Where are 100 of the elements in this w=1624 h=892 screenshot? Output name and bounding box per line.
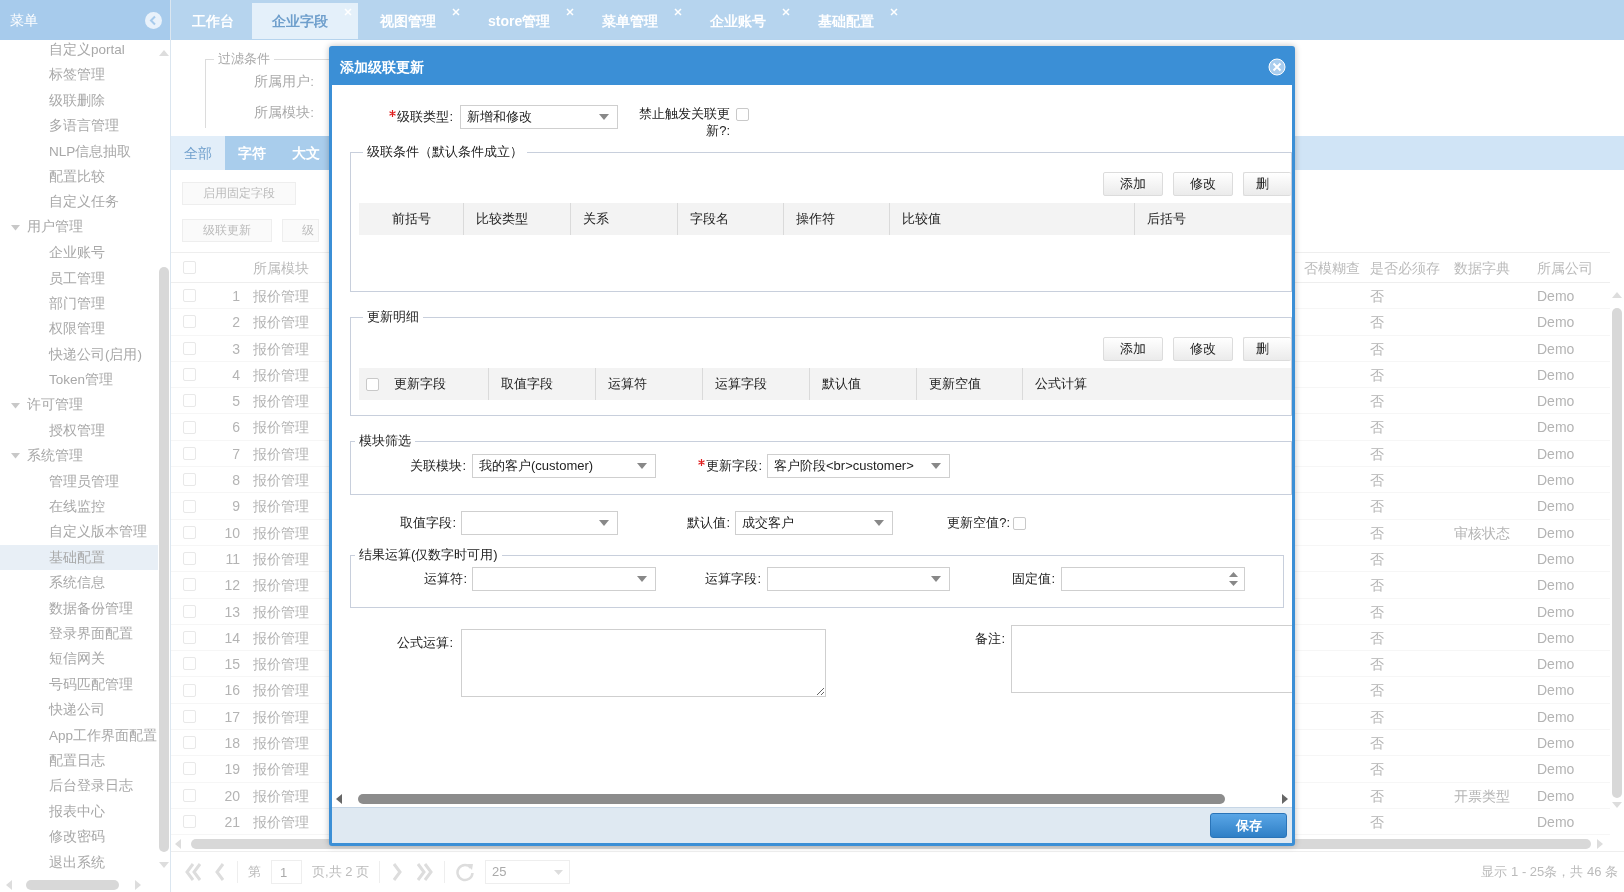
table-cell: 否 <box>1363 467 1447 494</box>
spinner-icon[interactable] <box>1229 572 1238 586</box>
menu-item[interactable]: 多语言管理 <box>0 113 158 139</box>
row-number: 7 <box>201 440 246 468</box>
field-label: 所属用户: <box>253 73 314 91</box>
table-cell: 否 <box>1363 388 1447 415</box>
menu-item[interactable]: 数据备份管理 <box>0 595 158 621</box>
tab[interactable]: 基础配置 <box>798 3 905 39</box>
menu-item[interactable]: 自定义任务 <box>0 189 158 215</box>
dropdown[interactable]: 客户阶段<br>customer> <box>767 454 950 478</box>
menu-item[interactable]: 授权管理 <box>0 417 158 444</box>
column-header: 前括号 <box>359 203 464 235</box>
close-icon[interactable] <box>1268 58 1286 76</box>
table-cell: Demo <box>1530 519 1610 546</box>
tab[interactable]: 全部 <box>171 136 225 170</box>
menu-item[interactable]: 系统信息 <box>0 570 158 596</box>
close-icon[interactable] <box>566 8 575 16</box>
menu-item[interactable]: 后台登录日志 <box>0 773 158 799</box>
row-number: 18 <box>201 730 246 757</box>
column-header: 所属公司 <box>1530 252 1610 283</box>
menu-item[interactable]: 标签管理 <box>0 62 158 88</box>
table-cell: 否 <box>1363 414 1447 441</box>
button[interactable]: 添加 <box>1103 172 1163 196</box>
menu-item[interactable]: Token管理 <box>0 367 158 393</box>
table-cell: Demo <box>1530 808 1610 836</box>
tab[interactable]: 企业字段 <box>252 3 358 39</box>
caret-icon <box>931 576 941 582</box>
menu-item[interactable]: 企业账号 <box>0 240 158 266</box>
menu-item[interactable]: 配置比较 <box>0 163 158 190</box>
table-cell: 否 <box>1363 624 1447 652</box>
menu-item[interactable]: 级联删除 <box>0 87 158 114</box>
menu-item[interactable]: 部门管理 <box>0 290 158 317</box>
menu-item[interactable]: 修改密码 <box>0 824 158 850</box>
checkbox[interactable] <box>736 108 749 121</box>
menu-item[interactable]: 短信网关 <box>0 646 158 672</box>
dropdown[interactable] <box>472 567 656 591</box>
column-header: 关系 <box>571 203 678 235</box>
tab[interactable]: 菜单管理 <box>582 3 689 39</box>
field-label: 固定值: <box>1012 570 1055 589</box>
field-label: 所属模块: <box>253 104 314 122</box>
menu-item[interactable]: 在线监控 <box>0 494 158 520</box>
checkbox[interactable] <box>1013 516 1026 530</box>
menu-item[interactable]: 号码匹配管理 <box>0 671 158 698</box>
button[interactable]: 级联更新 <box>182 219 272 242</box>
menu-item[interactable]: 快递公司(启用) <box>0 341 158 368</box>
button[interactable]: 删 <box>1243 172 1291 196</box>
menu-group[interactable]: 系统管理 <box>0 443 158 469</box>
close-icon[interactable] <box>674 8 683 16</box>
tab[interactable]: store管理 <box>468 3 581 39</box>
button[interactable]: 添加 <box>1103 337 1163 361</box>
close-icon[interactable] <box>890 8 899 16</box>
dropdown[interactable] <box>767 567 950 591</box>
menu-item[interactable]: 快递公司 <box>0 697 158 723</box>
page-size-dropdown[interactable]: 25 <box>485 860 571 885</box>
menu-item[interactable]: App工作界面配置 <box>0 722 158 748</box>
table-cell: Demo <box>1530 598 1610 625</box>
menu-item[interactable]: 报表中心 <box>0 798 158 825</box>
checkbox[interactable] <box>366 377 379 391</box>
tab[interactable]: 视图管理 <box>360 3 466 39</box>
menu-item[interactable]: 自定义portal <box>0 40 158 63</box>
text-area[interactable] <box>1011 625 1292 693</box>
save-button[interactable]: 保存 <box>1210 813 1287 838</box>
collapse-icon[interactable] <box>145 11 162 29</box>
menu-group[interactable]: 用户管理 <box>0 214 158 241</box>
table-cell: 否 <box>1363 335 1447 362</box>
button[interactable]: 修改 <box>1173 172 1233 196</box>
field-label: 备注: <box>975 630 1005 648</box>
page-field[interactable]: 1 <box>271 860 302 885</box>
table-cell: 否 <box>1363 283 1447 310</box>
button[interactable]: 级 <box>282 219 319 242</box>
menu-item[interactable]: 自定义版本管理 <box>0 519 158 545</box>
dropdown[interactable]: 我的客户(customer) <box>472 454 656 478</box>
menu-group[interactable]: 许可管理 <box>0 392 158 418</box>
button[interactable]: 修改 <box>1173 337 1233 361</box>
number-field[interactable] <box>1061 567 1245 591</box>
menu-item[interactable]: 退出系统 <box>0 849 158 875</box>
table-cell: Demo <box>1530 572 1610 599</box>
button[interactable]: 删 <box>1243 337 1291 361</box>
tab[interactable]: 工作台 <box>176 3 250 39</box>
menu-item[interactable]: 权限管理 <box>0 316 158 342</box>
close-icon[interactable] <box>782 8 791 16</box>
menu-item[interactable]: 基础配置 <box>0 544 158 571</box>
row-number: 16 <box>201 677 246 704</box>
dropdown[interactable]: 新增和修改 <box>460 105 618 129</box>
refresh-icon[interactable] <box>455 862 476 883</box>
dropdown[interactable]: 成交客户 <box>735 511 893 535</box>
group-title: 结果运算(仅数字时可用) <box>358 548 499 562</box>
tab[interactable]: 企业账号 <box>690 3 797 39</box>
menu-item[interactable]: 员工管理 <box>0 265 158 291</box>
row-number: 19 <box>201 756 246 783</box>
table-cell: 否 <box>1363 361 1447 389</box>
menu-item[interactable]: 登录界面配置 <box>0 621 158 647</box>
menu-item[interactable]: 管理员管理 <box>0 468 158 495</box>
text-area[interactable] <box>461 629 826 697</box>
menu-item[interactable]: 配置日志 <box>0 747 158 774</box>
menu-item[interactable]: NLP信息抽取 <box>0 138 158 164</box>
close-icon[interactable] <box>452 8 460 16</box>
tab[interactable]: 字符 <box>225 136 279 170</box>
dropdown[interactable] <box>461 511 618 535</box>
column-header: 是否必须存 <box>1363 252 1447 283</box>
